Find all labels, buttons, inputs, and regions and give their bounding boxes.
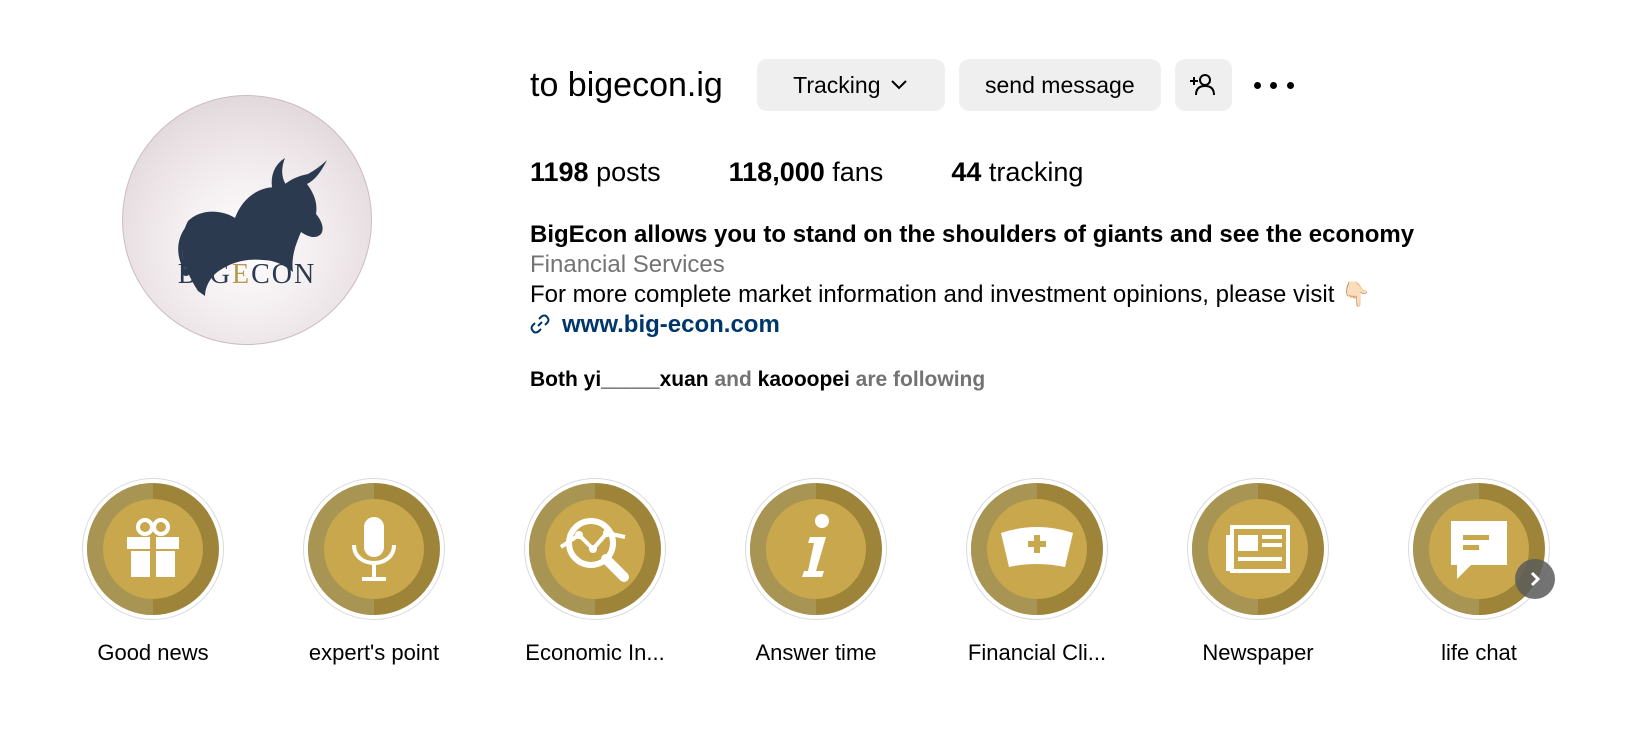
highlight-item[interactable]: expert's point <box>264 478 484 666</box>
highlight-cover <box>524 478 666 620</box>
gift-icon <box>87 483 219 615</box>
tracking-button[interactable]: Tracking <box>756 59 945 111</box>
highlight-label: expert's point <box>308 640 440 665</box>
highlights-next-button[interactable] <box>1515 559 1555 599</box>
more-options-button[interactable] <box>1253 59 1294 111</box>
bio-text: For more complete market information and… <box>530 281 1371 308</box>
avatar-brand-text: BIGECON <box>177 259 317 290</box>
dot-icon <box>1253 81 1261 89</box>
tracking-stat[interactable]: 44 tracking <box>951 157 1083 188</box>
highlight-label: Economic In... <box>525 640 665 665</box>
magnifier-chart-icon <box>529 483 661 615</box>
highlight-label: Newspaper <box>1202 640 1314 665</box>
microphone-icon <box>308 483 440 615</box>
profile-header: to bigecon.ig Tracking send message <box>530 58 1294 112</box>
newspaper-icon <box>1192 483 1324 615</box>
profile-avatar[interactable]: BIGECON <box>122 95 372 345</box>
highlight-label: life chat <box>1441 640 1517 665</box>
highlight-cover <box>82 478 224 620</box>
chevron-down-icon <box>890 79 908 91</box>
bio-category: Financial Services <box>530 251 725 278</box>
highlight-item[interactable]: Answer time <box>706 478 926 666</box>
story-highlights: Good news expert's point Economic In... … <box>0 478 1634 698</box>
followed-by[interactable]: Both yi_____xuan and kaooopei are follow… <box>530 368 985 392</box>
add-user-button[interactable] <box>1174 59 1232 111</box>
bio-link[interactable]: www.big-econ.com <box>530 310 1414 340</box>
highlight-cover <box>303 478 445 620</box>
highlight-item[interactable]: Newspaper <box>1148 478 1368 666</box>
info-icon <box>750 483 882 615</box>
bull-logo-icon <box>178 158 327 296</box>
highlight-cover <box>745 478 887 620</box>
bio-name: BigEcon allows you to stand on the shoul… <box>530 221 1415 248</box>
highlight-item[interactable]: life chat <box>1369 478 1589 666</box>
bio-link-text[interactable]: www.big-econ.com <box>562 310 780 340</box>
posts-stat: 1198 posts <box>530 157 661 187</box>
highlight-item[interactable]: Good news <box>43 478 263 666</box>
highlight-label: Answer time <box>755 640 877 665</box>
profile-bio: BigEcon allows you to stand on the shoul… <box>530 220 1414 340</box>
send-message-label: send message <box>985 71 1135 98</box>
add-user-icon <box>1190 74 1216 96</box>
highlight-label: Good news <box>97 640 209 665</box>
highlight-item[interactable]: Financial Cli... <box>927 478 1147 666</box>
fans-stat[interactable]: 118,000 fans <box>729 157 884 188</box>
username: to bigecon.ig <box>530 65 723 104</box>
dot-icon <box>1286 81 1294 89</box>
tracking-button-label: Tracking <box>793 71 881 98</box>
link-icon <box>530 314 552 336</box>
highlight-cover <box>1187 478 1329 620</box>
send-message-button[interactable]: send message <box>958 59 1161 111</box>
highlight-label: Financial Cli... <box>967 640 1107 665</box>
dot-icon <box>1270 81 1278 89</box>
highlight-cover <box>1408 478 1550 620</box>
highlight-item[interactable]: Economic In... <box>485 478 705 666</box>
profile-stats: 1198 posts 118,000 fans 44 tracking <box>530 157 1151 188</box>
nurse-cap-icon <box>971 483 1103 615</box>
chevron-right-icon <box>1530 571 1541 587</box>
highlight-cover <box>966 478 1108 620</box>
